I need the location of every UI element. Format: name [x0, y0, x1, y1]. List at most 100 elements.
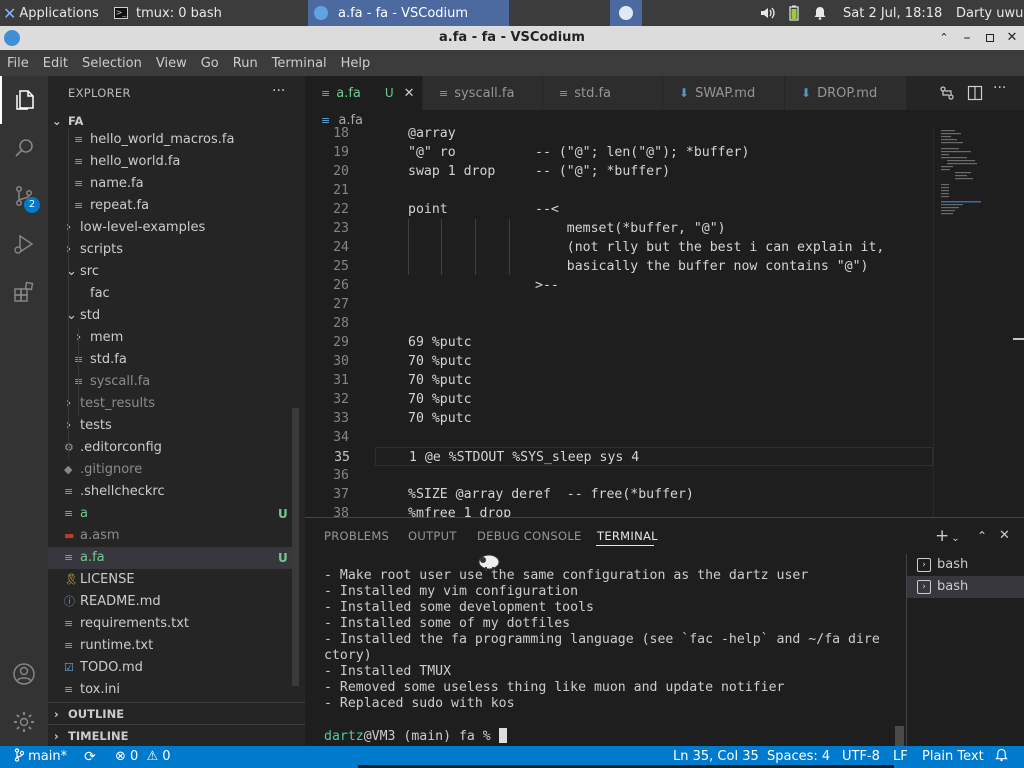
panel-tab-debug-console[interactable]: DEBUG CONSOLE — [477, 518, 582, 554]
problems-status[interactable]: ⊗ 0 ⚠ 0 — [115, 746, 171, 768]
menu-file[interactable]: File — [0, 56, 36, 71]
tree-item[interactable]: ◆ .gitignore — [48, 459, 292, 481]
sync-icon[interactable]: ⟳ — [84, 746, 96, 768]
accounts-activity-button[interactable] — [0, 650, 48, 698]
volume-icon[interactable] — [758, 0, 778, 26]
tree-item[interactable]: fac — [48, 283, 292, 305]
tree-item-label: runtime.txt — [80, 638, 154, 653]
window-close-icon[interactable]: ✕ — [1004, 30, 1020, 46]
line-number: 24 — [333, 240, 349, 255]
tree-item[interactable]: ≡ hello_world.fa — [48, 151, 292, 173]
branch-status[interactable]: main* — [14, 746, 67, 768]
run-debug-activity-button[interactable] — [0, 220, 48, 268]
timeline-section[interactable]: › TIMELINE — [48, 724, 305, 746]
notification-bell-icon[interactable] — [811, 0, 829, 26]
fa-file-icon: ≡ — [321, 86, 331, 100]
minimap-divider — [933, 127, 934, 517]
tree-item[interactable]: ⚙.editorconfig — [48, 437, 292, 459]
breadcrumb-file[interactable]: a.fa — [338, 113, 363, 128]
window-maximize-icon[interactable] — [982, 30, 998, 46]
terminal-list-item[interactable]: › bash — [907, 554, 1024, 576]
line-number: 38 — [333, 506, 349, 517]
extensions-activity-button[interactable] — [0, 268, 48, 316]
menu-edit[interactable]: Edit — [36, 56, 75, 71]
tree-item[interactable]: ›scripts — [48, 239, 292, 261]
menu-run[interactable]: Run — [226, 56, 265, 71]
tree-item[interactable]: ≡std.fa — [48, 349, 292, 371]
search-activity-button[interactable] — [0, 124, 48, 172]
explorer-scrollbar[interactable] — [292, 408, 299, 686]
code-text: memset(*buffer, "@") — [408, 221, 726, 236]
code-text: 70 %putc — [408, 392, 472, 407]
tree-item[interactable]: 🎗 LICENSE — [48, 569, 292, 591]
menu-terminal[interactable]: Terminal — [265, 56, 334, 71]
tree-item[interactable]: ≡ runtime.txt — [48, 635, 292, 657]
tree-item[interactable]: ⌄ std — [48, 305, 292, 327]
close-panel-icon[interactable]: ✕ — [999, 526, 1015, 546]
taskbar-task-vscodium[interactable]: a.fa - fa - VSCodium — [308, 0, 509, 26]
end-of-line[interactable]: LF — [893, 746, 908, 768]
tree-item[interactable]: ☑ TODO.md — [48, 657, 292, 679]
line-number: 25 — [333, 259, 349, 274]
taskbar-task-tmux[interactable]: >_ tmux: 0 bash — [108, 0, 308, 26]
source-control-activity-button[interactable]: 2 — [0, 172, 48, 220]
manage-activity-button[interactable] — [0, 698, 48, 746]
tree-item[interactable]: ›mem — [48, 327, 292, 349]
open-changes-icon[interactable] — [939, 85, 957, 103]
indent-guide — [475, 219, 476, 275]
notifications-bell-icon[interactable] — [995, 746, 1008, 768]
window-minimize-icon[interactable]: – — [959, 30, 975, 46]
tree-item[interactable]: ⌄ src — [48, 261, 292, 283]
tree-item[interactable]: ≡syscall.fa — [48, 371, 292, 393]
tree-item[interactable]: ≡ a U — [48, 503, 292, 525]
menu-help[interactable]: Help — [334, 56, 378, 71]
tree-item[interactable]: ≡ hello_world_macros.fa — [48, 129, 292, 151]
explorer-activity-button[interactable] — [0, 76, 48, 124]
new-terminal-icon[interactable]: + ⌄ — [935, 526, 965, 546]
terminal-view[interactable]: - Make root user use the same configurat… — [305, 554, 900, 747]
window-keep-above-icon[interactable]: ⌃ — [936, 30, 952, 46]
tab-syscall-fa[interactable]: ≡ syscall.fa — [423, 76, 543, 110]
tree-item[interactable]: ≡ .shellcheckrc — [48, 481, 292, 503]
menu-view[interactable]: View — [149, 56, 194, 71]
tab-a-fa[interactable]: ≡ a.fa U ✕ — [305, 76, 423, 110]
tree-item[interactable]: ≡ requirements.txt — [48, 613, 292, 635]
code-line: 30 70 %putc — [305, 352, 935, 371]
maximize-panel-icon[interactable]: ⌃ — [977, 526, 993, 546]
panel-tab-output[interactable]: OUTPUT — [408, 518, 457, 554]
tab-swap-md[interactable]: ⬇ SWAP.md — [663, 76, 785, 110]
tree-item[interactable]: ≡ repeat.fa — [48, 195, 292, 217]
battery-icon[interactable] — [786, 0, 802, 26]
tree-item[interactable]: ≡ name.fa — [48, 173, 292, 195]
indent-guide — [441, 219, 442, 275]
menu-selection[interactable]: Selection — [75, 56, 149, 71]
menu-go[interactable]: Go — [194, 56, 226, 71]
terminal-list-item-active[interactable]: › bash — [907, 576, 1024, 598]
tab-drop-md[interactable]: ⬇ DROP.md — [785, 76, 907, 110]
tree-item[interactable]: ⓘ README.md — [48, 591, 292, 613]
code-editor[interactable]: 18 @array 19 "@" ro -- ("@"; len("@"); *buf… — [305, 127, 935, 517]
tree-item[interactable]: ▬ a.asm — [48, 525, 292, 547]
minimap[interactable] — [937, 128, 1015, 228]
tree-item[interactable]: ≡ a.fa U — [48, 547, 292, 569]
tab-close-icon[interactable]: ✕ — [404, 86, 415, 101]
panel-tab-terminal[interactable]: TERMINAL — [597, 518, 658, 554]
terminal-scrollbar[interactable] — [895, 726, 904, 746]
tree-item[interactable]: ›tests — [48, 415, 292, 437]
fa-file-icon: ≡ — [559, 86, 569, 100]
split-editor-icon[interactable] — [967, 85, 985, 103]
user-menu[interactable]: Darty uwu — [956, 0, 1024, 26]
outline-section[interactable]: › OUTLINE — [48, 702, 305, 724]
language-mode[interactable]: Plain Text — [922, 746, 984, 768]
bottom-panel: PROBLEMS OUTPUT DEBUG CONSOLE TERMINAL +… — [305, 517, 1024, 747]
tree-item[interactable]: ›low-level-examples — [48, 217, 292, 239]
tree-item[interactable]: ≡ tox.ini — [48, 679, 292, 701]
panel-tab-problems[interactable]: PROBLEMS — [324, 518, 389, 554]
clock[interactable]: Sat 2 Jul, 18:18 — [843, 0, 949, 26]
applications-menu-button[interactable]: ✕ Applications — [0, 0, 104, 26]
workspace-switcher[interactable] — [610, 0, 642, 26]
editor-more-actions-icon[interactable]: ··· — [993, 80, 1013, 102]
tree-item[interactable]: ›test_results — [48, 393, 292, 415]
tab-std-fa[interactable]: ≡ std.fa — [543, 76, 663, 110]
explorer-more-actions-icon[interactable]: ··· — [272, 76, 285, 110]
